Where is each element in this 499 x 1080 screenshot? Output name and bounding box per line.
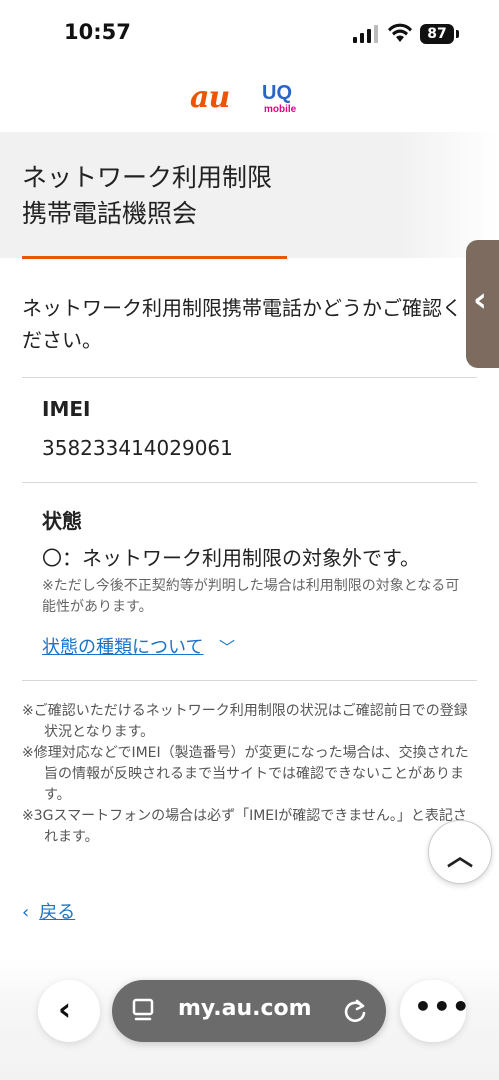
divider [22,482,477,483]
reload-icon[interactable] [342,998,368,1024]
imei-value: 358233414029061 [42,436,233,460]
address-bar[interactable]: my.au.com [112,980,386,1042]
page-title-line2: 携帯電話機照会 [22,199,198,228]
more-options-button[interactable]: ••• [400,980,470,1042]
status-types-link[interactable]: 状態の種類について [42,633,203,659]
chevron-left-icon: ‹ [22,902,30,923]
title-underline [22,256,287,259]
battery-icon: 87 [420,24,454,44]
ellipsis-icon: ••• [414,990,471,1023]
page-title: ネットワーク利用制限 携帯電話機照会 [22,160,442,232]
tab-overview-icon[interactable] [132,998,154,1024]
back-link-label: 戻る [39,902,76,923]
au-logo[interactable]: au [190,80,230,115]
footnote: ※修理対応などでIMEI（製造番号）が変更になった場合は、交換された旨の情報が反… [22,745,469,803]
wifi-icon [388,23,412,42]
status-bar: 10:57 87 [0,0,499,66]
imei-label: IMEI [42,397,91,421]
cellular-signal-icon [353,25,378,43]
status-value: 〇：ネットワーク利用制限の対象外です。 [42,546,420,570]
page-title-line1: ネットワーク利用制限 [22,163,273,192]
divider [22,680,477,681]
chevron-left-icon: ‹ [473,280,488,320]
uq-logo-text: UQ [262,82,292,104]
browser-back-button[interactable]: ‹ [38,980,100,1042]
chevron-down-icon[interactable]: ﹀ [219,634,235,658]
chevron-left-icon: ‹ [58,990,72,1028]
scroll-top-button[interactable]: ︿ [428,820,492,884]
intro-text: ネットワーク利用制限携帯電話かどうかご確認ください。 [22,292,472,356]
status-note: ※ただし今後不正契約等が判明した場合は利用制限の対象となる可能性があります。 [42,578,460,615]
url-text: my.au.com [178,996,312,1021]
back-link[interactable]: ‹ 戻る [22,898,75,924]
chevron-up-icon: ︿ [447,842,474,872]
clock: 10:57 [64,20,131,44]
uq-logo-sub: mobile [264,104,297,115]
uq-mobile-logo[interactable]: UQ mobile [262,82,302,118]
battery-cap [456,30,459,38]
status-label: 状態 [42,509,82,533]
footnote: ※ご確認いただけるネットワーク利用制限の状況はご確認前日での登録状況となります。 [22,703,468,740]
divider [22,377,477,378]
intro-text-content: ネットワーク利用制限携帯電話かどうかご確認ください。 [22,296,462,352]
brand-bar [0,66,499,132]
footnotes: ※ご確認いただけるネットワーク利用制限の状況はご確認前日での登録状況となります。… [22,701,472,848]
footnote: ※3Gスマートフォンの場合は必ず「IMEIが確認できません。」と表記されます。 [22,808,467,845]
